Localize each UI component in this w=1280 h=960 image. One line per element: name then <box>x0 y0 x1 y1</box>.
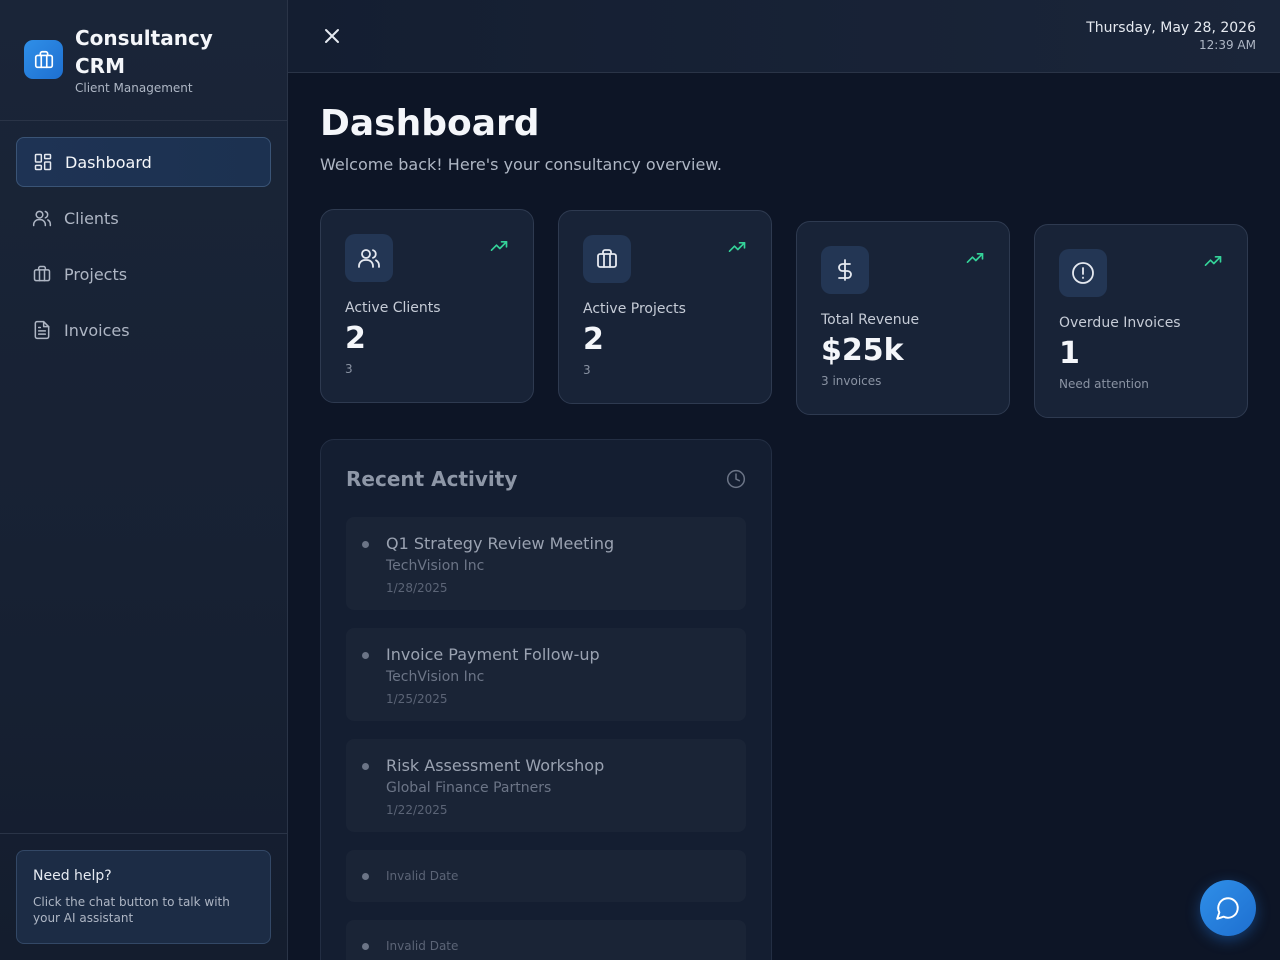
activity-name: Invoice Payment Follow-up <box>386 645 600 664</box>
sidebar-item-invoices[interactable]: Invoices <box>16 305 271 355</box>
sidebar-item-label: Projects <box>64 264 128 284</box>
activity-header: Recent Activity <box>346 465 746 505</box>
top-bar: Thursday, May 28, 2026 12:39 AM <box>288 0 1280 73</box>
date-time: Thursday, May 28, 2026 12:39 AM <box>1086 19 1256 53</box>
activity-item[interactable]: Risk Assessment Workshop Global Finance … <box>346 739 746 832</box>
activity-title: Recent Activity <box>346 467 518 491</box>
trending-up-icon <box>1203 251 1223 271</box>
sidebar-divider <box>0 120 287 121</box>
recent-activity-card: Recent Activity Q1 Strategy Review Meeti… <box>320 439 772 960</box>
stat-sub: Need attention <box>1059 377 1149 391</box>
sidebar-nav: Dashboard Clients Projects Invoices <box>16 137 271 361</box>
stat-label: Active Clients <box>345 300 441 316</box>
sidebar-item-label: Dashboard <box>65 152 152 172</box>
activity-item[interactable]: Invalid Date <box>346 850 746 902</box>
bullet-dot <box>362 763 369 770</box>
stat-sub: 3 <box>345 362 353 376</box>
briefcase-icon <box>32 264 52 284</box>
activity-name: Risk Assessment Workshop <box>386 756 605 775</box>
stat-card-active-clients[interactable]: Active Clients 2 3 <box>320 209 534 403</box>
sidebar-item-label: Invoices <box>64 320 130 340</box>
chat-button[interactable] <box>1200 880 1256 936</box>
sidebar-item-dashboard[interactable]: Dashboard <box>16 137 271 187</box>
users-icon <box>32 208 52 228</box>
clock-icon <box>726 469 746 489</box>
sidebar-divider <box>0 833 287 834</box>
bullet-dot <box>362 943 369 950</box>
activity-date: Invalid Date <box>386 939 459 953</box>
activity-date: 1/22/2025 <box>386 803 448 817</box>
bullet-dot <box>362 873 369 880</box>
trending-up-icon <box>965 248 985 268</box>
activity-item[interactable]: Invoice Payment Follow-up TechVision Inc… <box>346 628 746 721</box>
stat-label: Overdue Invoices <box>1059 315 1181 331</box>
users-icon <box>345 234 393 282</box>
current-date: Thursday, May 28, 2026 <box>1086 20 1256 36</box>
trending-up-icon <box>727 237 747 257</box>
brand: Consultancy CRM Client Management <box>24 24 274 104</box>
help-title: Need help? <box>33 868 112 884</box>
stat-card-active-projects[interactable]: Active Projects 2 3 <box>558 210 772 404</box>
dollar-icon <box>821 246 869 294</box>
file-text-icon <box>32 320 52 340</box>
trending-up-icon <box>489 236 509 256</box>
stat-value: 2 <box>345 321 366 356</box>
activity-date: 1/28/2025 <box>386 581 448 595</box>
sidebar: Consultancy CRM Client Management Dashbo… <box>0 0 288 960</box>
stat-label: Active Projects <box>583 301 686 317</box>
activity-client: TechVision Inc <box>386 558 485 574</box>
stat-sub: 3 <box>583 363 591 377</box>
briefcase-icon <box>583 235 631 283</box>
app-title: Consultancy CRM <box>75 26 213 78</box>
close-icon <box>325 29 339 43</box>
stat-card-total-revenue[interactable]: Total Revenue $25k 3 invoices <box>796 221 1010 415</box>
alert-circle-icon <box>1059 249 1107 297</box>
stat-label: Total Revenue <box>821 312 920 328</box>
activity-client: Global Finance Partners <box>386 780 552 796</box>
page-subtitle: Welcome back! Here's your consultancy ov… <box>320 155 722 174</box>
bullet-dot <box>362 541 369 548</box>
activity-name: Q1 Strategy Review Meeting <box>386 534 615 553</box>
activity-item[interactable]: Invalid Date <box>346 920 746 960</box>
page-title: Dashboard <box>320 103 540 144</box>
stat-value: 1 <box>1059 336 1080 371</box>
activity-date: 1/25/2025 <box>386 692 448 706</box>
help-text: Click the chat button to talk with your … <box>33 895 230 925</box>
close-sidebar-button[interactable] <box>320 24 344 48</box>
current-time: 12:39 AM <box>1199 38 1256 52</box>
activity-item[interactable]: Q1 Strategy Review Meeting TechVision In… <box>346 517 746 610</box>
dashboard-grid-icon <box>33 152 53 172</box>
help-card: Need help? Click the chat button to talk… <box>16 850 271 944</box>
sidebar-item-clients[interactable]: Clients <box>16 193 271 243</box>
activity-client: TechVision Inc <box>386 669 485 685</box>
app-subtitle: Client Management <box>75 81 193 95</box>
sidebar-item-projects[interactable]: Projects <box>16 249 271 299</box>
stat-sub: 3 invoices <box>821 374 882 388</box>
activity-list: Q1 Strategy Review Meeting TechVision In… <box>346 517 746 960</box>
bullet-dot <box>362 652 369 659</box>
sidebar-item-label: Clients <box>64 208 119 228</box>
briefcase-icon <box>24 40 63 79</box>
chat-bubble-icon <box>1216 897 1239 920</box>
activity-date: Invalid Date <box>386 869 459 883</box>
stat-value: 2 <box>583 322 604 357</box>
stat-value: $25k <box>821 333 904 368</box>
stat-card-overdue-invoices[interactable]: Overdue Invoices 1 Need attention <box>1034 224 1248 418</box>
